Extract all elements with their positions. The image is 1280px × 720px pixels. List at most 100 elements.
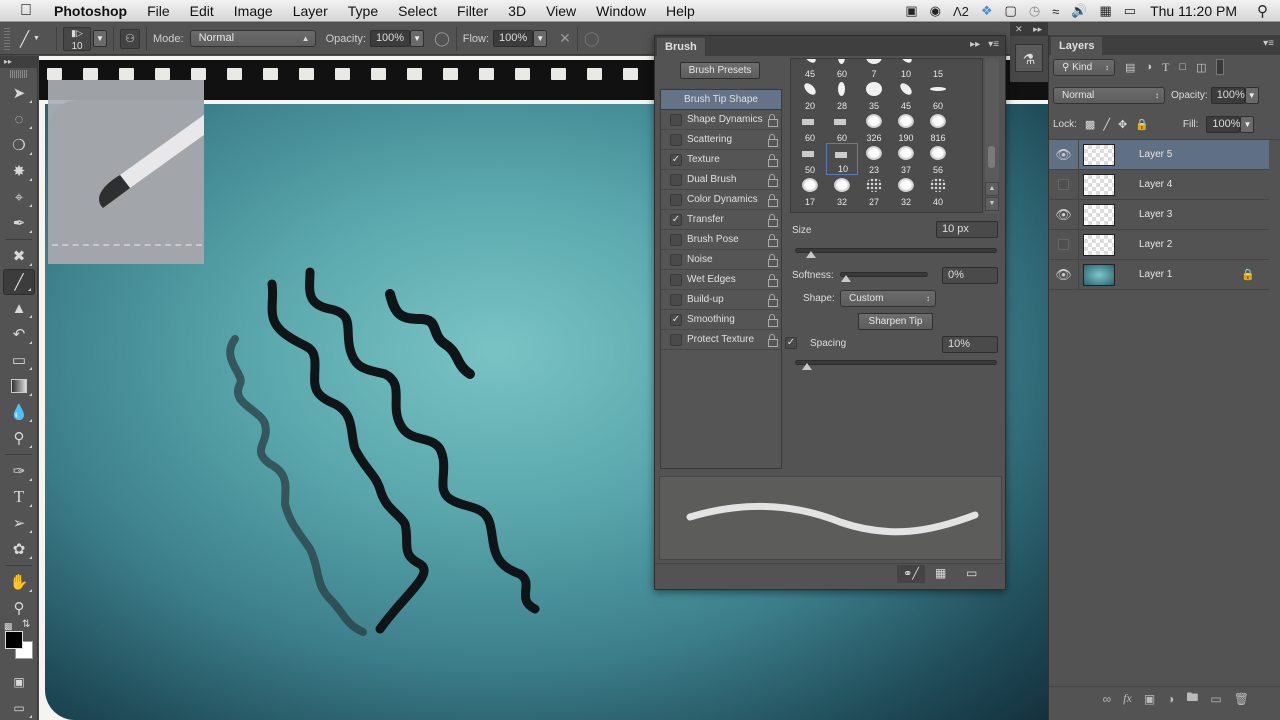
layer-row[interactable]: 👁 Layer 5 (1049, 139, 1269, 170)
apple-icon[interactable]:  (20, 2, 42, 20)
size-slider[interactable] (795, 248, 997, 258)
brush-tool-icon[interactable]: ╱ (3, 269, 35, 295)
filter-kind-select[interactable]: ⚲ Kind ↕ (1053, 58, 1115, 76)
tip-grid-scrollbar[interactable]: ▲ ▼ (985, 58, 999, 213)
collapse-icon[interactable]: ▸▸ (970, 39, 980, 50)
type-tool-icon[interactable]: T (3, 484, 35, 510)
custom-shape-tool-icon[interactable]: ✿ (3, 536, 35, 562)
checkbox[interactable] (670, 273, 682, 286)
blend-mode-select[interactable]: Normal ↕ (1053, 86, 1165, 104)
menu-select[interactable]: Select (388, 3, 447, 19)
layer-row[interactable]: Layer 2 (1049, 229, 1269, 260)
brush-tip[interactable]: 45 (794, 59, 826, 79)
dodge-tool-icon[interactable]: ⚲ (3, 425, 35, 451)
brush-setting-smoothing[interactable]: ✓ Smoothing (661, 310, 781, 330)
lock-all-icon[interactable]: 🔒 (1135, 118, 1149, 131)
brush-tip[interactable]: 326 (858, 111, 890, 143)
checkbox[interactable] (670, 253, 682, 266)
wifi-icon[interactable]: ≈ (1046, 4, 1065, 19)
layer-name[interactable]: Layer 2 (1139, 239, 1172, 250)
new-layer-icon[interactable]: ▭ (1210, 692, 1221, 706)
brush-setting-transfer[interactable]: ✓ Transfer (661, 210, 781, 230)
toolbox-collapse-button[interactable]: ▸▸ (0, 56, 37, 68)
brush-setting-build-up[interactable]: Build-up (661, 290, 781, 310)
brush-tip[interactable]: 10 (890, 59, 922, 79)
webcam-icon[interactable]: ◉ (924, 3, 947, 19)
path-selection-tool-icon[interactable]: ➢ (3, 510, 35, 536)
checkbox[interactable] (670, 133, 682, 146)
menu-edit[interactable]: Edit (180, 3, 224, 19)
history-brush-tool-icon[interactable]: ↶ (3, 321, 35, 347)
battery-icon[interactable]: ▭ (1118, 3, 1142, 19)
checkbox[interactable]: ✓ (670, 313, 682, 326)
spacing-field[interactable]: 10% (942, 336, 998, 353)
airbrush-icon[interactable]: ✕ (559, 30, 571, 47)
dropbox-icon[interactable]: ❖ (975, 3, 999, 19)
brush-tip[interactable]: 23 (858, 143, 890, 175)
brush-setting-scattering[interactable]: Scattering (661, 130, 781, 150)
layer-name[interactable]: Layer 4 (1139, 179, 1172, 190)
brush-setting-brush-pose[interactable]: Brush Pose (661, 230, 781, 250)
brush-tip[interactable]: 816 (922, 111, 954, 143)
panel-menu-icon[interactable]: ▾≡ (988, 39, 999, 50)
opacity-dropdown[interactable]: ▼ (410, 30, 425, 47)
filter-adjustment-icon[interactable]: ◑ (1145, 61, 1152, 73)
dock-brushes-button[interactable]: ⚗ (1015, 44, 1043, 72)
brush-picker-dropdown[interactable]: ▼ (93, 30, 107, 47)
brush-tip[interactable]: 190 (890, 111, 922, 143)
layer-opacity-dropdown[interactable]: ▼ (1244, 86, 1259, 104)
lock-transparent-icon[interactable]: ▩ (1085, 118, 1095, 131)
menu-help[interactable]: Help (656, 3, 705, 19)
filter-type-icon[interactable]: T (1162, 60, 1169, 75)
scroll-thumb[interactable] (988, 146, 995, 168)
adobe-icon[interactable]: Λ2 (947, 4, 975, 19)
gradient-tool-icon[interactable] (3, 373, 35, 399)
checkbox[interactable]: ✓ (670, 153, 682, 166)
layer-row[interactable]: 👁 Layer 3 (1049, 199, 1269, 230)
tab-layers[interactable]: Layers (1051, 37, 1103, 55)
scroll-up-button[interactable]: ▲ (985, 182, 999, 196)
tab-brush[interactable]: Brush (657, 38, 705, 56)
brush-tip[interactable]: 50 (794, 143, 826, 175)
spacing-slider[interactable] (795, 360, 997, 370)
crop-tool-icon[interactable]: ⌖ (3, 184, 35, 210)
volume-icon[interactable]: 🔊 (1065, 3, 1093, 19)
hand-tool-icon[interactable]: ✋ (3, 569, 35, 595)
scroll-down-button[interactable]: ▼ (985, 197, 999, 211)
fill-field[interactable]: 100% (1206, 115, 1241, 133)
move-tool-icon[interactable]: ➤ (3, 80, 35, 106)
menu-3d[interactable]: 3D (498, 3, 536, 19)
zoom-tool-icon[interactable]: ⚲ (3, 595, 35, 621)
visibility-toggle[interactable] (1049, 229, 1079, 260)
spotlight-search-icon[interactable]: ⚲ (1251, 2, 1280, 20)
quick-mask-icon[interactable]: ▣ (3, 669, 35, 695)
lasso-tool-icon[interactable]: ❍ (3, 132, 35, 158)
softness-slider[interactable] (840, 272, 928, 282)
swap-colors-icon[interactable]: ⇅ (22, 619, 30, 630)
lock-icon[interactable] (767, 234, 778, 247)
menu-type[interactable]: Type (338, 3, 388, 19)
brush-tip[interactable]: 40 (922, 175, 954, 207)
flow-dropdown[interactable]: ▼ (533, 30, 548, 47)
video-camera-icon[interactable]: ▣ (899, 3, 923, 19)
brush-projection-icon[interactable]: ▦ (935, 566, 946, 580)
lock-icon[interactable] (767, 314, 778, 327)
calendar-icon[interactable]: ▦ (1094, 3, 1118, 19)
brush-tip[interactable]: 45 (890, 79, 922, 111)
menu-view[interactable]: View (536, 3, 586, 19)
pressure-size-icon[interactable]: ◯ (584, 30, 600, 47)
filter-shape-icon[interactable]: □ (1179, 61, 1186, 73)
checkbox[interactable] (670, 233, 682, 246)
brush-setting-brush-tip-shape[interactable]: Brush Tip Shape (661, 90, 781, 110)
lock-icon[interactable] (767, 214, 778, 227)
magic-wand-tool-icon[interactable]: ✸ (3, 158, 35, 184)
blur-tool-icon[interactable]: 💧 (3, 399, 35, 425)
lock-icon[interactable] (767, 254, 778, 267)
foreground-color-swatch[interactable] (5, 631, 23, 649)
time-machine-icon[interactable]: ◷ (1023, 3, 1046, 19)
lock-icon[interactable] (767, 154, 778, 167)
brush-setting-wet-edges[interactable]: Wet Edges (661, 270, 781, 290)
lock-icon[interactable] (767, 194, 778, 207)
brush-tip[interactable]: 60 (826, 59, 858, 79)
brush-setting-shape-dynamics[interactable]: Shape Dynamics (661, 110, 781, 130)
